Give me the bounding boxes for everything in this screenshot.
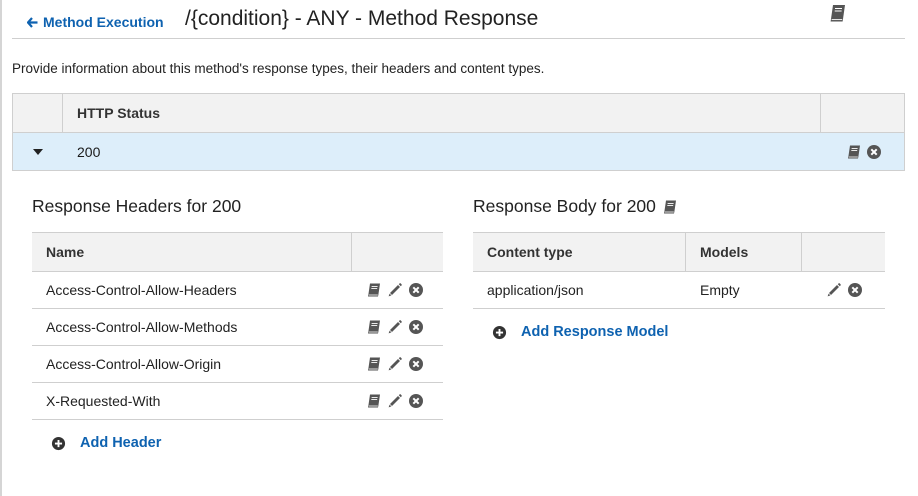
book-icon[interactable] <box>846 144 862 160</box>
add-header-button[interactable]: Add Header <box>51 435 161 451</box>
http-status-table-header: HTTP Status <box>13 94 904 133</box>
response-body-title: Response Body for 200 <box>473 196 678 217</box>
book-icon[interactable] <box>366 356 382 372</box>
pencil-icon[interactable] <box>826 282 842 298</box>
http-status-column-header: HTTP Status <box>63 94 821 132</box>
pencil-icon[interactable] <box>387 319 403 335</box>
add-response-model-button[interactable]: Add Response Model <box>492 324 668 340</box>
models-column-header: Models <box>686 233 802 271</box>
page-header: Method Execution /{condition} - ANY - Me… <box>12 0 905 39</box>
book-icon[interactable] <box>366 319 382 335</box>
http-status-row[interactable]: 200 <box>13 133 904 170</box>
table-row: application/json Empty <box>473 272 885 309</box>
book-icon[interactable] <box>828 3 848 23</box>
book-icon[interactable] <box>366 393 382 409</box>
response-headers-title-text: Response Headers for 200 <box>32 196 242 216</box>
response-body-title-text: Response Body for 200 <box>473 196 656 216</box>
left-border <box>0 0 2 496</box>
name-column-header: Name <box>32 233 352 271</box>
caret-down-icon[interactable] <box>33 148 43 155</box>
plus-circle-icon <box>492 325 507 340</box>
http-status-table: HTTP Status 200 <box>12 93 905 171</box>
page-title: /{condition} - ANY - Method Response <box>185 7 539 30</box>
header-name: Access-Control-Allow-Headers <box>46 282 237 298</box>
book-icon[interactable] <box>662 199 678 215</box>
content-type-value: application/json <box>487 282 584 298</box>
header-name: X-Requested-With <box>46 393 161 409</box>
add-header-label: Add Header <box>80 435 162 451</box>
arrow-left-icon <box>27 16 38 28</box>
table-row: Access-Control-Allow-Methods <box>32 309 443 346</box>
plus-circle-icon <box>51 436 66 451</box>
remove-circle-icon[interactable] <box>408 282 424 298</box>
pencil-icon[interactable] <box>387 393 403 409</box>
response-headers-table-header: Name <box>32 233 443 272</box>
table-row: Access-Control-Allow-Origin <box>32 346 443 383</box>
remove-circle-icon[interactable] <box>847 282 863 298</box>
add-response-model-label: Add Response Model <box>521 324 669 340</box>
remove-circle-icon[interactable] <box>866 144 882 160</box>
header-name: Access-Control-Allow-Methods <box>46 319 238 335</box>
header-name: Access-Control-Allow-Origin <box>46 356 222 372</box>
remove-circle-icon[interactable] <box>408 319 424 335</box>
model-value: Empty <box>700 282 740 298</box>
back-to-method-execution-link[interactable]: Method Execution <box>27 14 164 30</box>
pencil-icon[interactable] <box>387 282 403 298</box>
table-row: X-Requested-With <box>32 383 443 420</box>
remove-circle-icon[interactable] <box>408 356 424 372</box>
response-body-table-header: Content type Models <box>473 233 885 272</box>
pencil-icon[interactable] <box>387 356 403 372</box>
page-description: Provide information about this method's … <box>12 61 545 76</box>
remove-circle-icon[interactable] <box>408 393 424 409</box>
response-body-table: Content type Models application/json Emp… <box>473 232 885 309</box>
response-headers-table: Name Access-Control-Allow-Headers Access… <box>32 232 443 420</box>
table-row: Access-Control-Allow-Headers <box>32 272 443 309</box>
response-headers-title: Response Headers for 200 <box>32 196 241 217</box>
back-link-label: Method Execution <box>43 14 164 30</box>
content-type-column-header: Content type <box>473 233 686 271</box>
book-icon[interactable] <box>366 282 382 298</box>
http-status-code: 200 <box>77 143 101 160</box>
